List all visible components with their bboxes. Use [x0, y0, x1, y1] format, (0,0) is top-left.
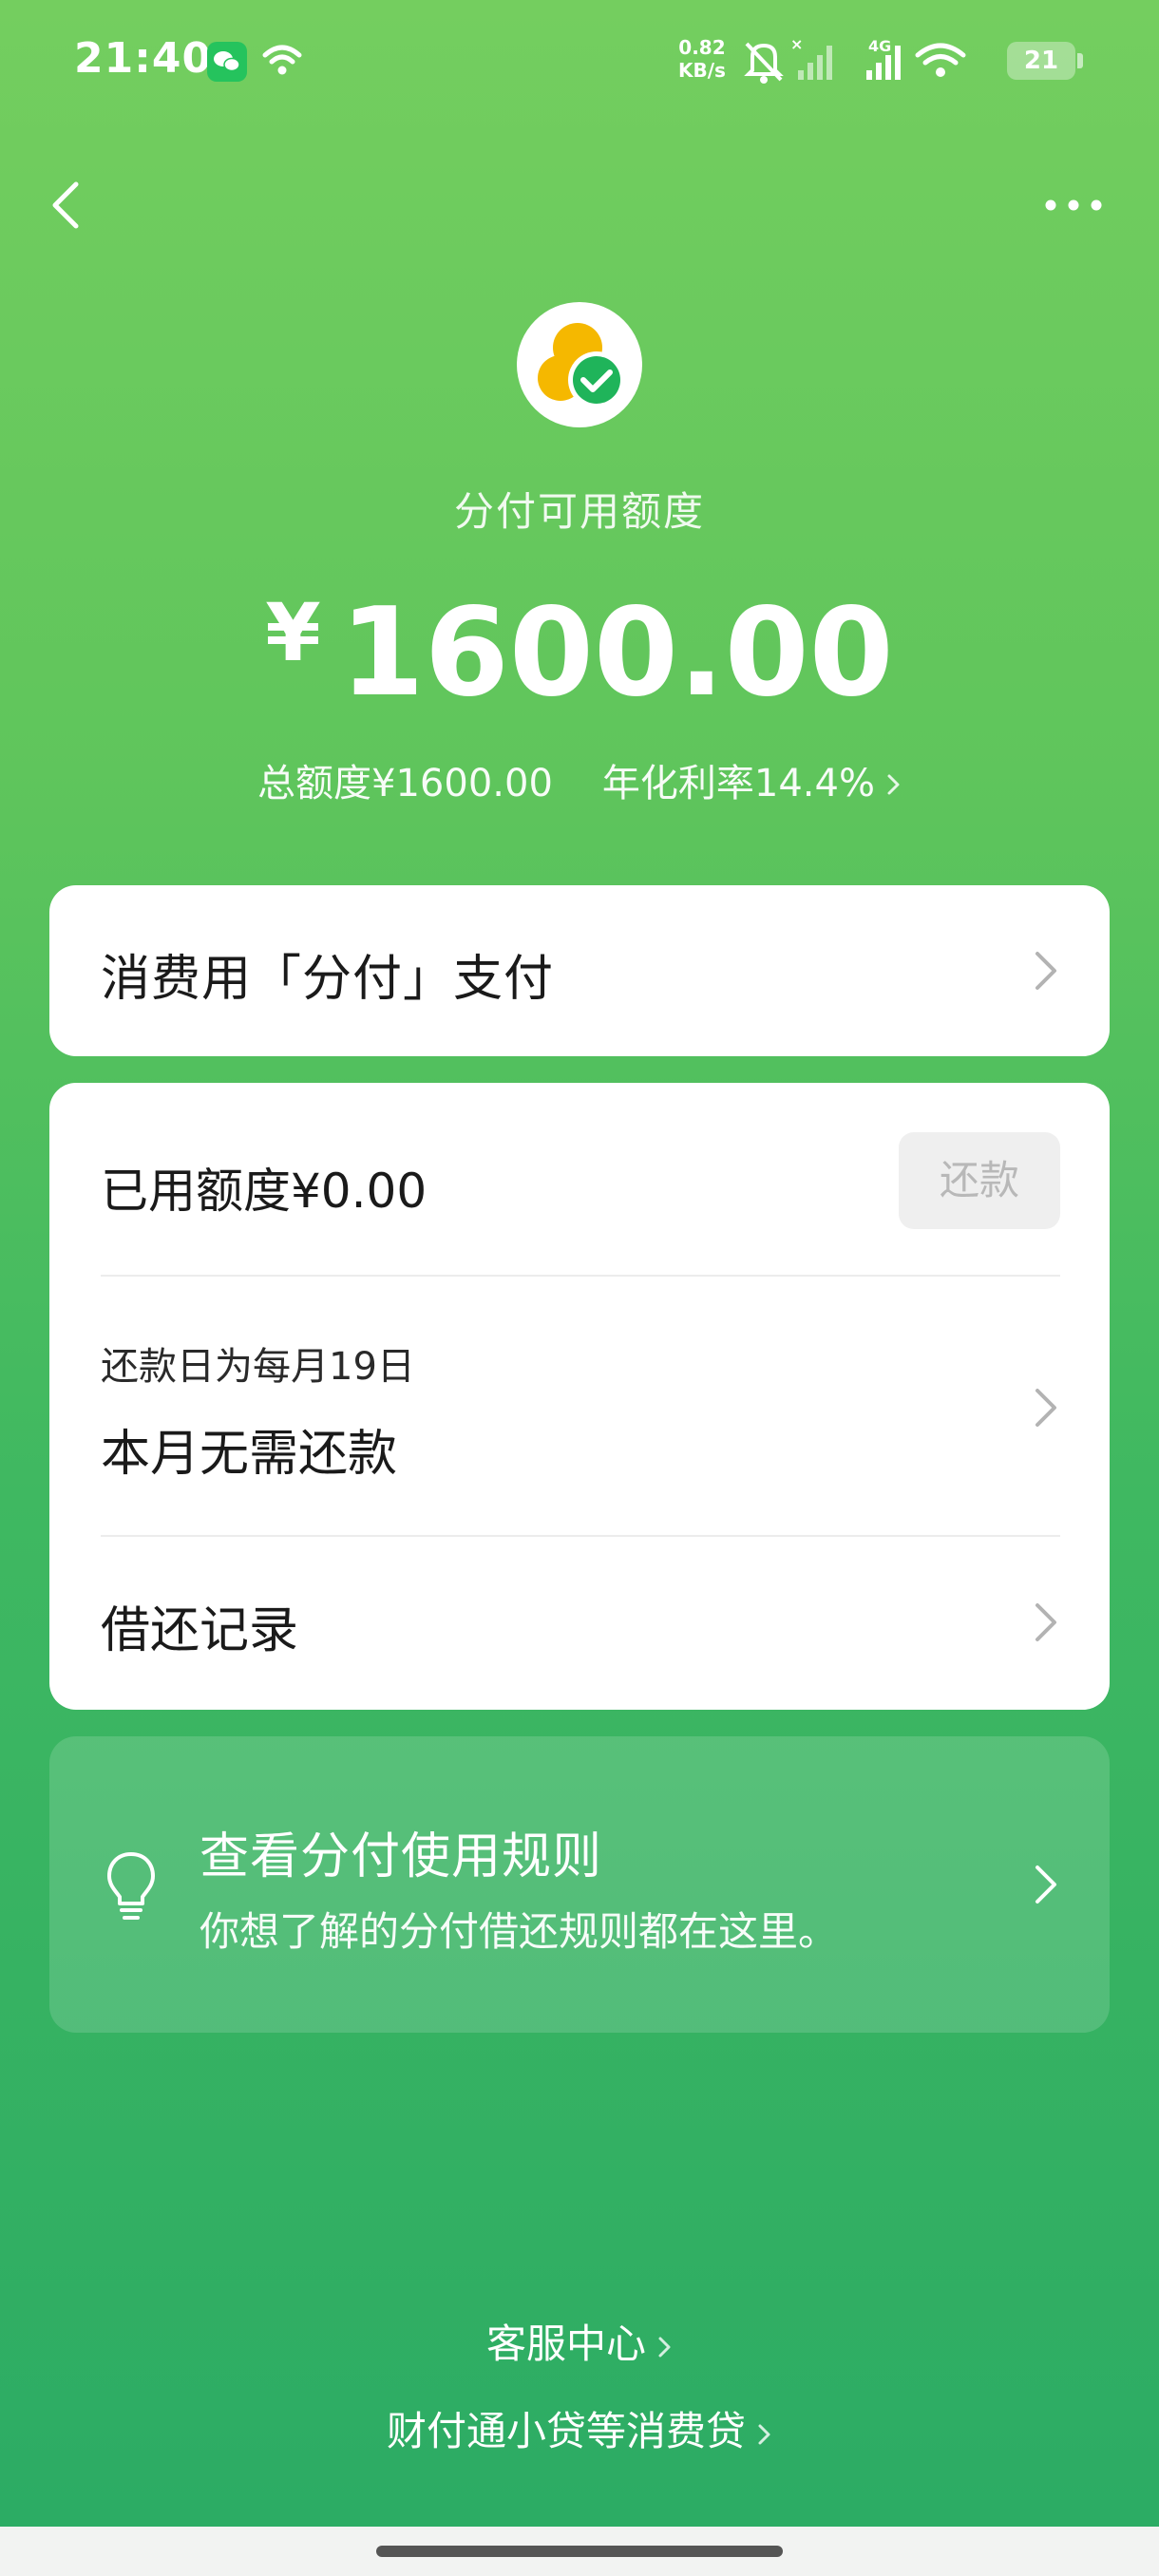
annual-rate-link[interactable]: 年化利率14.4% — [602, 762, 902, 805]
repayment-card: 已用额度¥0.00 还款 还款日为每月19日 本月无需还款 借还记录 — [49, 1083, 1110, 1710]
chevron-right-icon — [1036, 1389, 1056, 1427]
borrow-repay-records-row[interactable]: 借还记录 — [49, 1537, 1110, 1710]
chevron-right-icon — [1036, 1866, 1056, 1904]
mute-icon — [744, 42, 784, 84]
chevron-left-icon — [52, 181, 79, 229]
fenfu-logo — [517, 302, 642, 427]
repayment-status: 本月无需还款 — [101, 1426, 398, 1483]
customer-service-link[interactable]: 客服中心 — [0, 2312, 1159, 2370]
used-limit: 已用额度¥0.00 — [101, 1164, 428, 1219]
customer-service-label: 客服中心 — [485, 2320, 646, 2367]
limit-summary: 总额度¥1600.00 年化利率14.4% — [0, 752, 1159, 807]
chevron-right-icon — [1036, 1603, 1056, 1641]
borrow-repay-records-label: 借还记录 — [101, 1602, 299, 1659]
repayment-date: 还款日为每月19日 — [101, 1345, 415, 1389]
usage-rules-title: 查看分付使用规则 — [200, 1828, 603, 1885]
available-amount: ¥1600.00 — [0, 566, 1159, 720]
annual-rate: 年化利率14.4% — [601, 762, 875, 805]
net-speed-value: 0.82 — [678, 36, 726, 59]
back-button[interactable] — [38, 167, 95, 243]
svg-text:×: × — [790, 36, 803, 53]
more-options-button[interactable] — [1036, 186, 1112, 224]
lightbulb-icon — [107, 1852, 155, 1920]
more-dots-icon — [1045, 199, 1102, 211]
status-bar: 21:40 0.82 KB/s × 4G 21 — [0, 0, 1159, 123]
gesture-bar — [0, 2527, 1159, 2576]
currency-symbol: ¥ — [265, 586, 321, 679]
repay-button[interactable]: 还款 — [899, 1132, 1060, 1229]
pay-with-fenfu-label: 消费用「分付」支付 — [101, 951, 555, 1008]
net-speed: 0.82 KB/s — [678, 36, 726, 82]
wifi-small-icon — [262, 44, 302, 82]
network-type: 4G — [868, 37, 891, 55]
pay-with-fenfu-row[interactable]: 消费用「分付」支付 — [49, 885, 1110, 1056]
chevron-right-icon — [886, 764, 902, 807]
consumer-loans-link[interactable]: 财付通小贷等消费贷 — [0, 2399, 1159, 2457]
available-amount-value: 1600.00 — [339, 582, 894, 724]
status-time: 21:40 — [74, 34, 213, 83]
wifi-icon — [915, 43, 966, 77]
total-limit: 总额度¥1600.00 — [257, 762, 553, 805]
usage-rules-row[interactable]: 查看分付使用规则 你想了解的分付借还规则都在这里。 — [49, 1736, 1110, 2033]
available-limit-label: 分付可用额度 — [453, 488, 705, 535]
net-speed-unit: KB/s — [678, 59, 726, 82]
usage-rules-subtitle: 你想了解的分付借还规则都在这里。 — [200, 1908, 839, 1955]
consumer-loans-label: 财付通小贷等消费贷 — [386, 2408, 746, 2454]
chevron-right-icon — [657, 2323, 673, 2370]
chevron-right-icon — [1036, 952, 1056, 990]
battery-indicator: 21 — [1007, 42, 1083, 80]
status-icons: × 4G — [741, 35, 998, 93]
home-indicator[interactable] — [376, 2546, 783, 2557]
wechat-notification-icon — [207, 42, 247, 82]
chevron-right-icon — [757, 2411, 772, 2457]
